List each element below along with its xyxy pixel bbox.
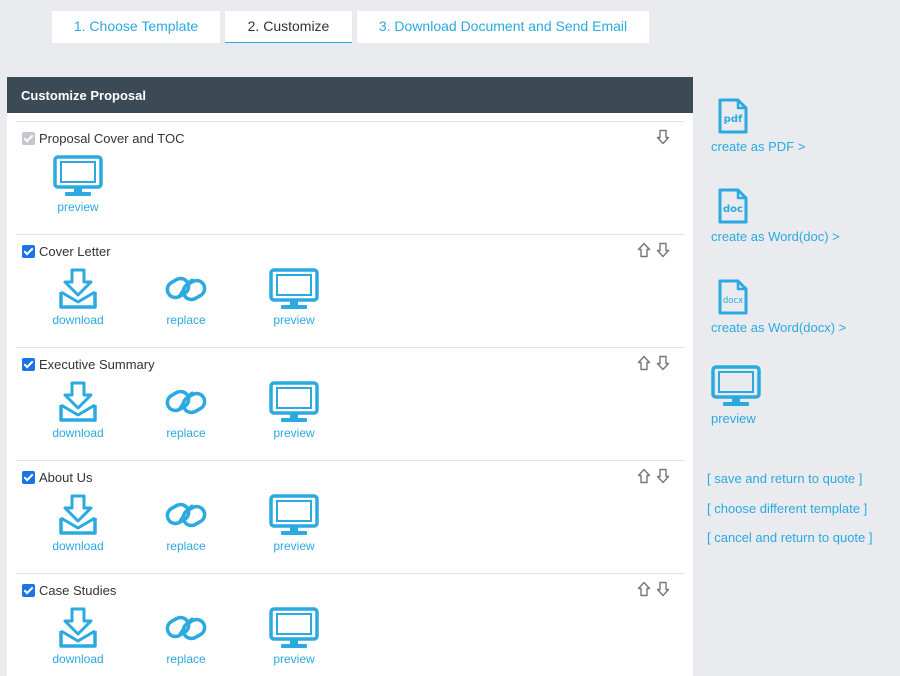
download-icon: [59, 381, 97, 422]
section-case-studies: Case Studies download replace preview: [16, 573, 684, 676]
download-label: download: [52, 313, 104, 327]
download-label: download: [52, 652, 104, 666]
create-pdf-link[interactable]: pdf create as PDF >: [711, 97, 805, 154]
preview-button[interactable]: preview: [259, 381, 329, 440]
preview-label: preview: [273, 313, 315, 327]
download-label: download: [52, 426, 104, 440]
doc-file-icon: doc: [718, 188, 748, 224]
move-down-icon[interactable]: [656, 355, 670, 371]
preview-button[interactable]: preview: [43, 155, 113, 214]
create-docx-label: create as Word(docx) >: [711, 320, 847, 335]
create-doc-link[interactable]: doc create as Word(doc) >: [711, 187, 840, 244]
tab-customize[interactable]: 2. Customize: [225, 11, 352, 43]
replace-label: replace: [166, 652, 206, 666]
docx-icon-text: docx: [723, 296, 743, 306]
customize-panel: Customize Proposal Proposal Cover and TO…: [7, 77, 693, 676]
create-doc-label: create as Word(doc) >: [711, 229, 840, 244]
section-checkbox[interactable]: [22, 358, 35, 371]
move-down-icon[interactable]: [656, 581, 670, 597]
preview-label: preview: [711, 411, 756, 426]
docx-file-icon: docx: [718, 279, 748, 315]
preview-label: preview: [273, 426, 315, 440]
replace-link-icon: [165, 502, 207, 528]
replace-button[interactable]: replace: [151, 607, 221, 666]
navigation-links: [ save and return to quote ] [ choose di…: [707, 471, 873, 560]
monitor-icon: [711, 365, 761, 406]
preview-label: preview: [273, 539, 315, 553]
preview-label: preview: [57, 200, 99, 214]
preview-document-button[interactable]: preview: [711, 365, 761, 426]
replace-label: replace: [166, 426, 206, 440]
tab-download-send[interactable]: 3. Download Document and Send Email: [357, 11, 649, 43]
move-up-icon[interactable]: [637, 242, 651, 258]
cancel-return-link[interactable]: [ cancel and return to quote ]: [707, 530, 873, 560]
doc-icon-text: doc: [723, 204, 743, 215]
download-icon: [59, 607, 97, 648]
download-icon: [59, 494, 97, 535]
tab-choose-template[interactable]: 1. Choose Template: [52, 11, 220, 43]
wizard-tabs: 1. Choose Template 2. Customize 3. Downl…: [52, 11, 649, 43]
section-title: About Us: [39, 470, 93, 485]
section-title: Executive Summary: [39, 357, 155, 372]
monitor-icon: [53, 155, 103, 196]
replace-link-icon: [165, 276, 207, 302]
preview-button[interactable]: preview: [259, 494, 329, 553]
panel-title: Customize Proposal: [7, 77, 693, 113]
download-button[interactable]: download: [43, 607, 113, 666]
section-title: Cover Letter: [39, 244, 111, 259]
section-title: Proposal Cover and TOC: [39, 131, 185, 146]
download-icon: [59, 268, 97, 309]
save-return-link[interactable]: [ save and return to quote ]: [707, 471, 873, 501]
section-checkbox[interactable]: [22, 245, 35, 258]
pdf-icon-text: pdf: [724, 114, 743, 125]
preview-button[interactable]: preview: [259, 607, 329, 666]
pdf-file-icon: pdf: [718, 98, 748, 134]
download-label: download: [52, 539, 104, 553]
create-pdf-label: create as PDF >: [711, 139, 806, 154]
move-up-icon[interactable]: [637, 355, 651, 371]
section-cover-letter: Cover Letter download replace preview: [16, 234, 684, 347]
replace-button[interactable]: replace: [151, 494, 221, 553]
replace-button[interactable]: replace: [151, 268, 221, 327]
monitor-icon: [269, 268, 319, 309]
replace-button[interactable]: replace: [151, 381, 221, 440]
section-checkbox[interactable]: [22, 584, 35, 597]
move-up-icon[interactable]: [637, 581, 651, 597]
section-about-us: About Us download replace preview: [16, 460, 684, 573]
download-button[interactable]: download: [43, 381, 113, 440]
download-button[interactable]: download: [43, 494, 113, 553]
move-down-icon[interactable]: [656, 468, 670, 484]
replace-link-icon: [165, 389, 207, 415]
download-button[interactable]: download: [43, 268, 113, 327]
monitor-icon: [269, 494, 319, 535]
move-down-icon[interactable]: [656, 129, 670, 145]
preview-button[interactable]: preview: [259, 268, 329, 327]
section-title: Case Studies: [39, 583, 117, 598]
replace-label: replace: [166, 539, 206, 553]
create-docx-link[interactable]: docx create as Word(docx) >: [711, 278, 846, 335]
section-checkbox[interactable]: [22, 471, 35, 484]
monitor-icon: [269, 381, 319, 422]
move-up-icon[interactable]: [637, 468, 651, 484]
choose-template-link[interactable]: [ choose different template ]: [707, 501, 873, 531]
section-executive-summary: Executive Summary download replace previ…: [16, 347, 684, 460]
replace-link-icon: [165, 615, 207, 641]
move-down-icon[interactable]: [656, 242, 670, 258]
replace-label: replace: [166, 313, 206, 327]
section-proposal-cover: Proposal Cover and TOC preview: [16, 121, 684, 234]
section-checkbox: [22, 132, 35, 145]
monitor-icon: [269, 607, 319, 648]
preview-label: preview: [273, 652, 315, 666]
